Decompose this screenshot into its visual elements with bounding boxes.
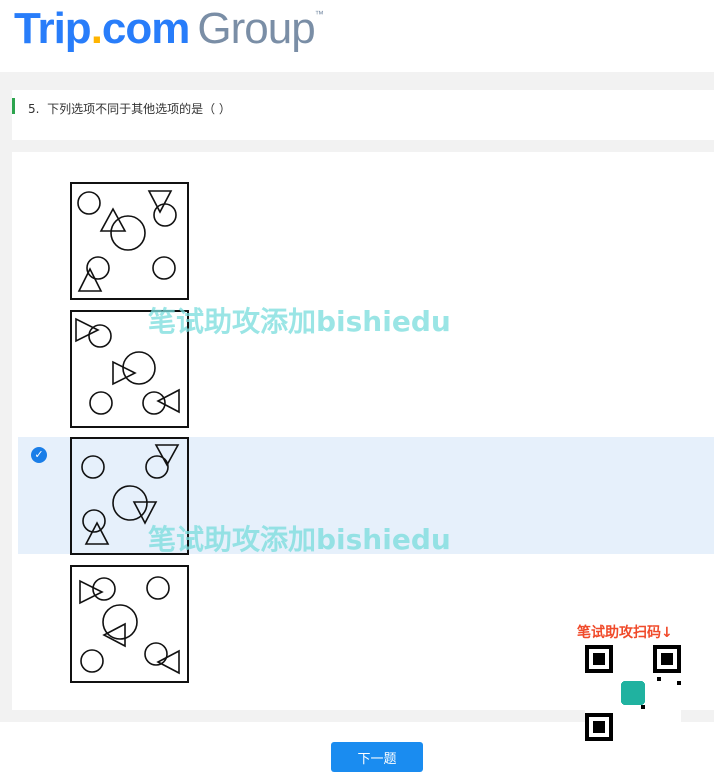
radio[interactable] [31,192,47,208]
question-card: 5. 下列选项不同于其他选项的是（ ） [12,90,714,140]
qr-module [677,681,681,685]
promo-label: 笔试助攻扫码↓ [577,625,673,641]
qr-module [641,705,645,709]
qr-code [585,645,681,741]
next-question-button[interactable]: 下一题 [331,742,423,772]
question-marker [12,98,15,114]
watermark: 笔试助攻添加bishiedu [148,523,451,556]
radio-checked[interactable]: ✓ [31,447,47,463]
option-figure [70,565,189,683]
option-figure [70,182,189,300]
header: Trip.com Group™ [0,0,714,72]
question-text: 5. 下列选项不同于其他选项的是（ ） [28,102,231,116]
qr-module [657,677,661,681]
radio[interactable] [31,575,47,591]
option-a[interactable] [18,182,714,300]
trip-com-logo: Trip.com Group™ [14,4,324,53]
radio[interactable] [31,320,47,336]
watermark: 笔试助攻添加bishiedu [148,305,451,338]
